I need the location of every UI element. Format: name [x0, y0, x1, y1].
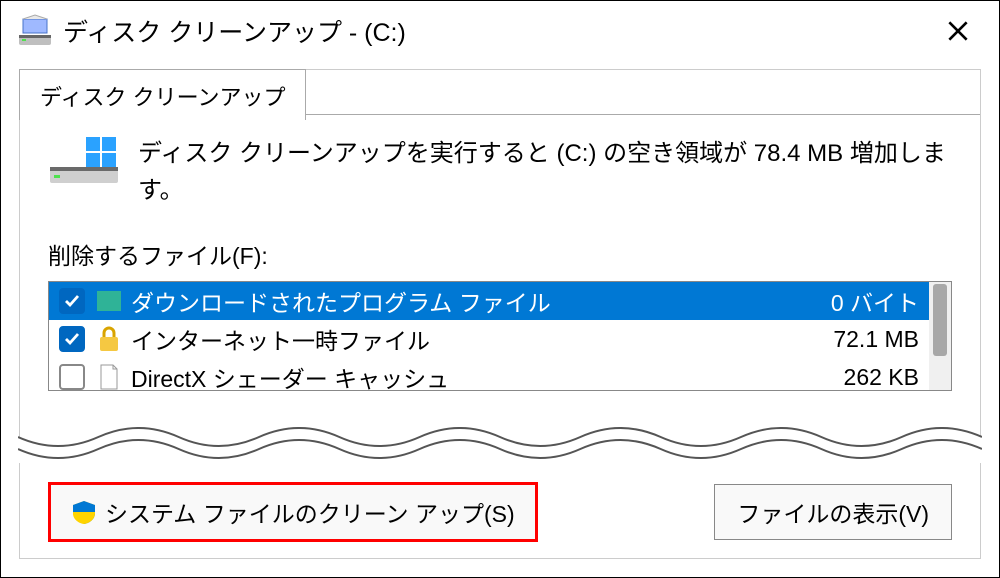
- file-item-size: 262 KB: [844, 364, 919, 391]
- tab-body: ディスク クリーンアップを実行すると (C:) の空き領域が 78.4 MB 増…: [20, 114, 980, 558]
- file-item-size: 0 バイト: [831, 284, 919, 318]
- window-title: ディスク クリーンアップ - (C:): [63, 13, 933, 49]
- view-files-button[interactable]: ファイルの表示(V): [714, 484, 952, 540]
- folder-icon: [95, 287, 123, 315]
- tab-disk-cleanup[interactable]: ディスク クリーンアップ: [19, 69, 306, 120]
- checkbox[interactable]: [59, 326, 85, 352]
- checkbox[interactable]: [59, 364, 85, 390]
- checkbox[interactable]: [59, 288, 85, 314]
- file-item-label: DirectX シェーダー キャッシュ: [131, 360, 834, 391]
- summary-text: ディスク クリーンアップを実行すると (C:) の空き領域が 78.4 MB 増…: [138, 135, 952, 209]
- file-list: ダウンロードされたプログラム ファイル 0 バイト: [48, 281, 952, 391]
- disk-cleanup-icon: [17, 13, 53, 49]
- titlebar: ディスク クリーンアップ - (C:): [1, 1, 999, 61]
- file-icon: [95, 363, 123, 391]
- file-row[interactable]: インターネット一時ファイル 72.1 MB: [49, 320, 929, 358]
- button-label: ファイルの表示(V): [737, 501, 929, 527]
- button-label: システム ファイルのクリーン アップ(S): [105, 495, 515, 529]
- file-item-size: 72.1 MB: [833, 326, 919, 353]
- dialog-window: ディスク クリーンアップ - (C:) ディスク クリーンアップ: [0, 0, 1000, 578]
- drive-icon: [48, 135, 120, 185]
- torn-edge-icon: [18, 427, 982, 463]
- lock-icon: [95, 325, 123, 353]
- system-file-cleanup-button[interactable]: システム ファイルのクリーン アップ(S): [48, 482, 538, 542]
- file-row[interactable]: DirectX シェーダー キャッシュ 262 KB: [49, 358, 929, 391]
- close-button[interactable]: [933, 6, 983, 56]
- file-item-label: ダウンロードされたプログラム ファイル: [131, 284, 821, 318]
- files-to-delete-label: 削除するファイル(F):: [48, 237, 952, 271]
- scrollbar[interactable]: [929, 282, 951, 390]
- tab-label: ディスク クリーンアップ: [40, 85, 285, 110]
- button-row: システム ファイルのクリーン アップ(S) ファイルの表示(V): [48, 482, 952, 542]
- scrollbar-thumb[interactable]: [933, 284, 947, 356]
- content-area: ディスク クリーンアップ ディスク クリーンアップを実行すると (C:) の空き…: [19, 69, 981, 559]
- summary-row: ディスク クリーンアップを実行すると (C:) の空き領域が 78.4 MB 増…: [48, 135, 952, 209]
- file-item-label: インターネット一時ファイル: [131, 322, 823, 356]
- shield-icon: [71, 499, 97, 525]
- file-row[interactable]: ダウンロードされたプログラム ファイル 0 バイト: [49, 282, 929, 320]
